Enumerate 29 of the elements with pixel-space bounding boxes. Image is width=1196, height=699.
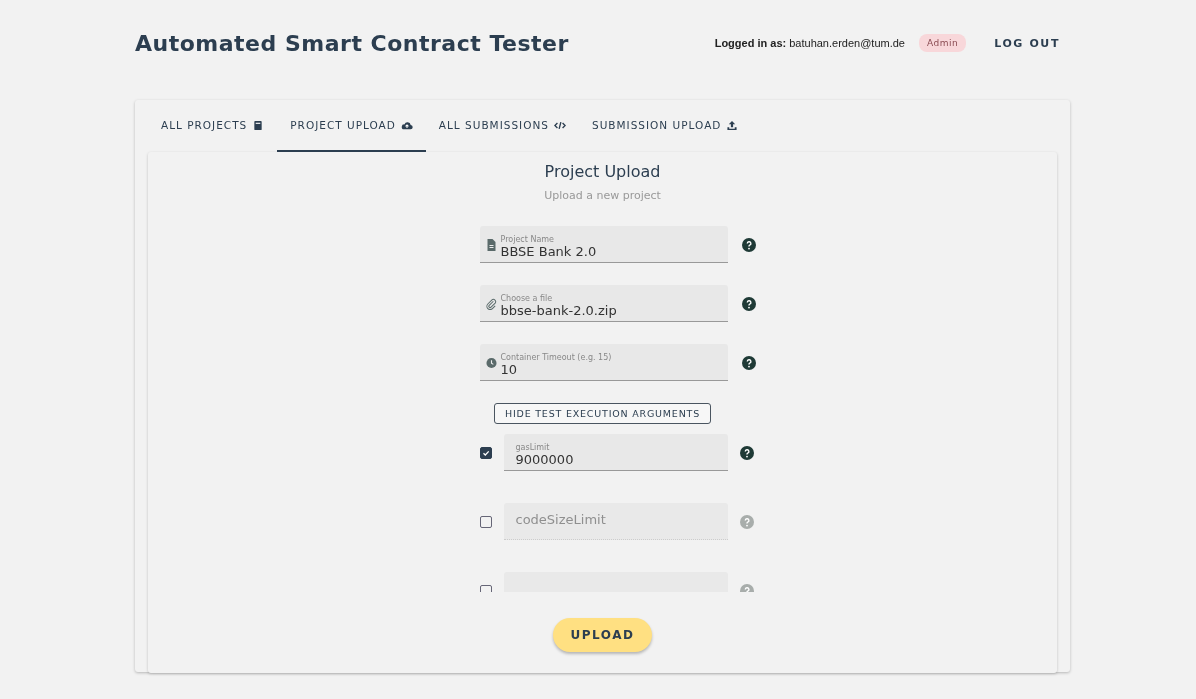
input-field[interactable]: Container Timeout (e.g. 15) 10 [479, 344, 728, 381]
tab[interactable]: ALL SUBMISSIONS [425, 100, 579, 152]
help-icon[interactable] [741, 237, 756, 252]
logged-in-text: Logged in as: batuhan.erden@tum.de [714, 37, 905, 49]
app-title: Automated Smart Contract Tester [135, 30, 569, 56]
paperclip-icon [485, 298, 497, 310]
clock-icon [485, 357, 497, 369]
toggle-arguments-button[interactable]: HIDE TEST EXECUTION ARGUMENTS [494, 403, 711, 424]
tab[interactable]: SUBMISSION UPLOAD [578, 100, 752, 152]
input-field[interactable]: Choose a file bbse-bank-2.0.zip [479, 285, 728, 322]
help-icon[interactable] [741, 355, 756, 370]
code-icon [553, 119, 566, 131]
form-subtitle: Upload a new project [544, 189, 661, 202]
tab[interactable]: ALL PROJECTS [148, 100, 278, 152]
checkbox[interactable] [479, 515, 492, 528]
checkbox[interactable] [479, 446, 492, 459]
input-field[interactable]: gasLimit 9000000 [503, 434, 728, 471]
help-icon[interactable] [739, 445, 754, 460]
checkbox[interactable] [479, 584, 492, 592]
help-icon[interactable] [741, 296, 756, 311]
upload-icon [726, 119, 739, 131]
upload-button[interactable]: UPLOAD [552, 618, 653, 652]
cloud-upload-icon [400, 119, 413, 131]
form-title: Project Upload [544, 162, 661, 181]
book-icon [252, 119, 265, 131]
input-field[interactable]: Project Name BBSE Bank 2.0 [479, 226, 728, 263]
document-icon [485, 239, 497, 251]
role-badge: Admin [919, 34, 967, 52]
logout-button[interactable]: LOG OUT [994, 32, 1060, 54]
